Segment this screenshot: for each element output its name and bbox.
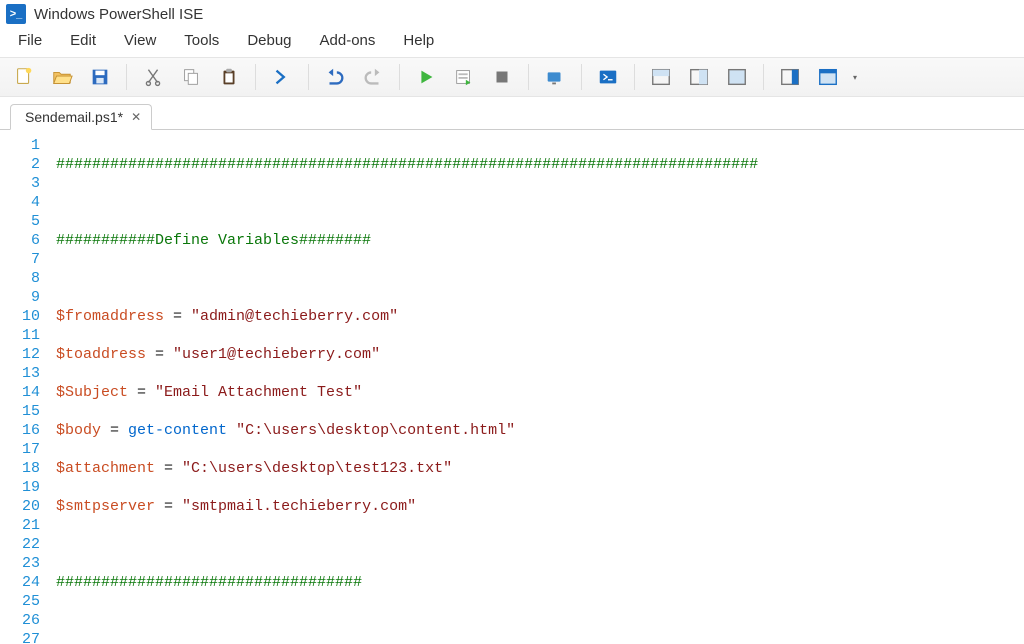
code-line: $body = get-content "C:\users\desktop\co…: [56, 421, 1024, 440]
separator: [763, 64, 764, 90]
separator: [528, 64, 529, 90]
copy-button[interactable]: [173, 62, 209, 92]
new-file-button[interactable]: [6, 62, 42, 92]
show-script-pane-max-button[interactable]: [719, 62, 755, 92]
start-powershell-button[interactable]: [590, 62, 626, 92]
menu-help[interactable]: Help: [389, 28, 448, 53]
redo-button[interactable]: [355, 62, 391, 92]
code-area[interactable]: ################################## ######…: [56, 130, 1024, 644]
code-line: [56, 269, 1024, 288]
code-line: [56, 611, 1024, 630]
paste-button[interactable]: [211, 62, 247, 92]
powershell-icon: >_: [6, 4, 26, 24]
undo-button[interactable]: [317, 62, 353, 92]
toolbar-overflow-button[interactable]: ▾: [848, 73, 862, 82]
title-bar: >_ Windows PowerShell ISE: [0, 0, 1024, 26]
show-script-pane-top-button[interactable]: [643, 62, 679, 92]
code-line: ###########Define Variables########: [56, 231, 1024, 250]
show-command-window-button[interactable]: [810, 62, 846, 92]
show-script-pane-right-button[interactable]: [681, 62, 717, 92]
menu-bar: File Edit View Tools Debug Add-ons Help: [0, 26, 1024, 57]
stop-button[interactable]: [484, 62, 520, 92]
menu-edit[interactable]: Edit: [56, 28, 110, 53]
code-line: [56, 535, 1024, 554]
tab-strip: Sendemail.ps1* ✕: [0, 97, 1024, 130]
separator: [581, 64, 582, 90]
window-title: Windows PowerShell ISE: [34, 6, 203, 23]
separator: [126, 64, 127, 90]
code-line: ########################################…: [56, 155, 1024, 174]
run-button[interactable]: [408, 62, 444, 92]
tab-title: Sendemail.ps1*: [25, 109, 123, 125]
editor[interactable]: 1234567891011121314151617181920212223242…: [0, 130, 1024, 644]
menu-addons[interactable]: Add-ons: [306, 28, 390, 53]
editor-tab[interactable]: Sendemail.ps1* ✕: [10, 104, 152, 130]
run-selection-button[interactable]: [446, 62, 482, 92]
code-line: $Subject = "Email Attachment Test": [56, 383, 1024, 402]
separator: [399, 64, 400, 90]
menu-file[interactable]: File: [4, 28, 56, 53]
cut-button[interactable]: [135, 62, 171, 92]
new-remote-tab-button[interactable]: [537, 62, 573, 92]
code-line: ##################################: [56, 573, 1024, 592]
code-line: $fromaddress = "admin@techieberry.com": [56, 307, 1024, 326]
menu-view[interactable]: View: [110, 28, 170, 53]
code-line: [56, 193, 1024, 212]
code-line: $smtpserver = "smtpmail.techieberry.com": [56, 497, 1024, 516]
line-number-gutter: 1234567891011121314151617181920212223242…: [0, 130, 56, 644]
menu-debug[interactable]: Debug: [233, 28, 305, 53]
separator: [308, 64, 309, 90]
save-button[interactable]: [82, 62, 118, 92]
code-line: $toaddress = "user1@techieberry.com": [56, 345, 1024, 364]
powershell-tab-button[interactable]: [264, 62, 300, 92]
code-line: $attachment = "C:\users\desktop\test123.…: [56, 459, 1024, 478]
toolbar: ▾: [0, 57, 1024, 97]
separator: [634, 64, 635, 90]
menu-tools[interactable]: Tools: [170, 28, 233, 53]
show-command-addon-button[interactable]: [772, 62, 808, 92]
separator: [255, 64, 256, 90]
open-file-button[interactable]: [44, 62, 80, 92]
tab-close-icon[interactable]: ✕: [131, 110, 141, 124]
